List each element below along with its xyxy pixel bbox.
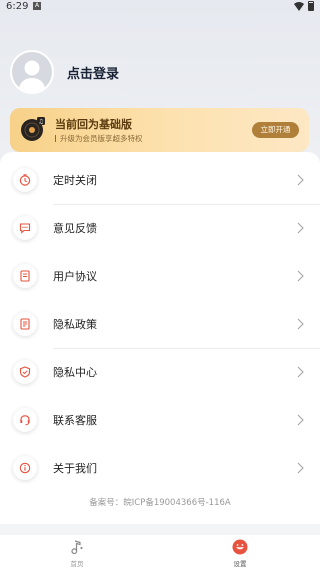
icp-record-text: 备案号：皖ICP备19004366号-116A xyxy=(89,498,231,508)
menu-item-privacy-center[interactable]: 隐私中心 xyxy=(0,352,320,392)
status-bar: 6:29 A xyxy=(0,0,320,14)
status-time: 6:29 xyxy=(6,1,29,12)
vinyl-record-icon: ♫ xyxy=(21,117,45,141)
default-avatar-icon[interactable] xyxy=(10,50,54,94)
about-icon xyxy=(13,456,37,480)
wifi-icon xyxy=(294,1,304,11)
menu-label: 定时关闭 xyxy=(53,174,97,187)
privacy-center-icon xyxy=(13,360,37,384)
tab-settings[interactable]: 设置 xyxy=(220,539,260,568)
chevron-right-icon xyxy=(297,318,304,330)
menu-item-customer-service[interactable]: 联系客服 xyxy=(0,400,320,440)
menu-item-about-us[interactable]: 关于我们 xyxy=(0,448,320,488)
menu-label: 关于我们 xyxy=(53,462,97,475)
chevron-right-icon xyxy=(297,222,304,234)
music-note-icon xyxy=(71,540,83,555)
menu-label: 联系客服 xyxy=(53,414,97,427)
tab-home[interactable]: 首页 xyxy=(57,539,97,568)
tab-label: 设置 xyxy=(233,560,247,568)
timer-icon xyxy=(13,168,37,192)
tab-label: 首页 xyxy=(70,560,84,568)
customer-service-icon xyxy=(13,408,37,432)
login-prompt[interactable]: 点击登录 xyxy=(67,63,119,82)
chevron-right-icon xyxy=(297,366,304,378)
activate-vip-button[interactable]: 立即开通 xyxy=(252,122,299,138)
menu-label: 隐私中心 xyxy=(53,366,97,379)
svg-text:♫: ♫ xyxy=(38,119,43,126)
bottom-tab-bar: 首页 设置 xyxy=(0,535,320,571)
user-agreement-icon xyxy=(13,264,37,288)
menu-item-user-agreement[interactable]: 用户协议 xyxy=(0,256,320,296)
chevron-right-icon xyxy=(297,174,304,186)
feedback-icon xyxy=(13,216,37,240)
divider xyxy=(53,348,320,349)
battery-icon xyxy=(308,1,314,11)
vip-upgrade-card[interactable]: ♫ 当前回为基础版 升级为会员版享超多特权 立即开通 xyxy=(10,108,309,152)
chevron-right-icon xyxy=(297,270,304,282)
menu-item-timer-close[interactable]: 定时关闭 xyxy=(0,160,320,200)
vip-title: 当前回为基础版 xyxy=(55,118,132,131)
menu-label: 意见反馈 xyxy=(53,222,97,235)
menu-label: 隐私政策 xyxy=(53,318,97,331)
settings-face-icon xyxy=(232,539,248,555)
profile-section[interactable]: 点击登录 xyxy=(10,50,119,94)
chevron-right-icon xyxy=(297,462,304,474)
menu-item-feedback[interactable]: 意见反馈 xyxy=(0,208,320,248)
menu-label: 用户协议 xyxy=(53,270,97,283)
privacy-policy-icon xyxy=(13,312,37,336)
settings-panel: 定时关闭 意见反馈 用户协议 隐私政策 隐私中心 联系客服 关于我们 xyxy=(0,152,320,524)
chevron-right-icon xyxy=(297,414,304,426)
notification-icon: A xyxy=(33,2,41,10)
status-indicators xyxy=(294,1,314,11)
menu-item-privacy-policy[interactable]: 隐私政策 xyxy=(0,304,320,344)
vip-subtitle: 升级为会员版享超多特权 xyxy=(55,133,143,144)
divider xyxy=(53,204,320,205)
